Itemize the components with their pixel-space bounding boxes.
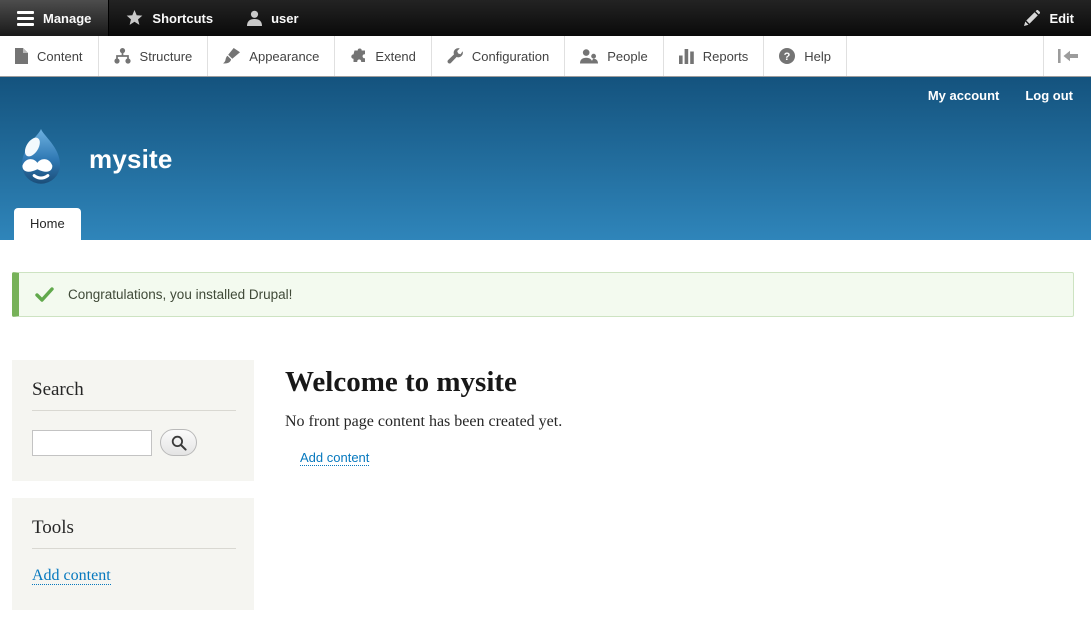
node-links: Add content	[285, 449, 1073, 467]
file-icon	[15, 48, 28, 64]
menu-item-people[interactable]: People	[565, 36, 663, 76]
admin-toolbar: Manage Shortcuts user Edit	[0, 0, 1091, 36]
menu-item-structure[interactable]: Structure	[99, 36, 209, 76]
tools-add-content-link[interactable]: Add content	[32, 567, 111, 585]
page-layout: Search Tools Add content Welcome to mysi…	[0, 360, 1091, 627]
people-icon	[580, 48, 598, 64]
tab-home[interactable]: Home	[14, 208, 81, 240]
menu-item-label: People	[607, 49, 647, 64]
user-icon	[247, 10, 262, 26]
main-content: Welcome to mysite No front page content …	[285, 360, 1073, 467]
toolbar-orientation-toggle[interactable]	[1043, 36, 1091, 76]
wrench-icon	[447, 48, 463, 64]
search-button[interactable]	[160, 429, 197, 456]
status-message: Congratulations, you installed Drupal!	[12, 272, 1074, 317]
site-name[interactable]: mysite	[89, 144, 173, 175]
menu-item-label: Appearance	[249, 49, 319, 64]
toolbar-spacer	[316, 0, 1008, 36]
divider	[32, 410, 236, 411]
primary-tabs: Home	[14, 208, 81, 240]
paintbrush-icon	[223, 48, 240, 64]
menu-item-label: Reports	[703, 49, 749, 64]
my-account-link[interactable]: My account	[928, 88, 1000, 103]
menu-item-extend[interactable]: Extend	[335, 36, 431, 76]
menu-item-label: Extend	[375, 49, 415, 64]
page-title: Welcome to mysite	[285, 366, 1073, 399]
puzzle-icon	[350, 48, 366, 64]
menu-item-appearance[interactable]: Appearance	[208, 36, 335, 76]
star-icon	[126, 10, 143, 26]
add-content-link[interactable]: Add content	[300, 450, 369, 466]
log-out-link[interactable]: Log out	[1025, 88, 1073, 103]
toolbar-item-manage[interactable]: Manage	[0, 0, 109, 36]
toolbar-item-label: Manage	[43, 11, 91, 26]
menu-icon	[17, 11, 34, 26]
tools-block-title: Tools	[32, 517, 236, 539]
search-block-title: Search	[32, 379, 236, 401]
divider	[32, 548, 236, 549]
sitemap-icon	[114, 48, 131, 64]
page-body-text: No front page content has been created y…	[285, 413, 1073, 431]
site-branding: mysite	[12, 128, 173, 191]
menu-item-label: Configuration	[472, 49, 549, 64]
toolbar-item-label: user	[271, 11, 298, 26]
sidebar: Search Tools Add content	[12, 360, 254, 627]
pencil-icon	[1024, 10, 1040, 26]
toolbar-item-shortcuts[interactable]: Shortcuts	[109, 0, 230, 36]
question-icon: ?	[779, 48, 795, 64]
site-header: My account Log out mysite Home	[0, 77, 1091, 240]
search-form	[32, 429, 236, 456]
tray-spacer	[847, 36, 1043, 76]
tools-block: Tools Add content	[12, 498, 254, 610]
menu-item-label: Structure	[140, 49, 193, 64]
search-block: Search	[12, 360, 254, 481]
status-message-text: Congratulations, you installed Drupal!	[68, 287, 292, 302]
search-input[interactable]	[32, 430, 152, 456]
edit-button[interactable]: Edit	[1007, 0, 1091, 36]
svg-text:?: ?	[784, 51, 791, 63]
edit-label: Edit	[1049, 11, 1074, 26]
menu-item-configuration[interactable]: Configuration	[432, 36, 565, 76]
admin-menu-tray: Content Structure Appearance Extend Conf…	[0, 36, 1091, 77]
toolbar-item-user[interactable]: user	[230, 0, 315, 36]
menu-item-label: Content	[37, 49, 83, 64]
menu-item-reports[interactable]: Reports	[664, 36, 765, 76]
menu-item-label: Help	[804, 49, 831, 64]
search-icon	[171, 435, 187, 451]
collapse-left-icon	[1058, 49, 1078, 63]
toolbar-item-label: Shortcuts	[152, 11, 213, 26]
bar-chart-icon	[679, 49, 694, 64]
secondary-menu: My account Log out	[928, 88, 1073, 103]
menu-item-content[interactable]: Content	[0, 36, 99, 76]
drupal-logo[interactable]	[12, 128, 70, 191]
check-icon	[35, 287, 54, 302]
menu-item-help[interactable]: ? Help	[764, 36, 847, 76]
